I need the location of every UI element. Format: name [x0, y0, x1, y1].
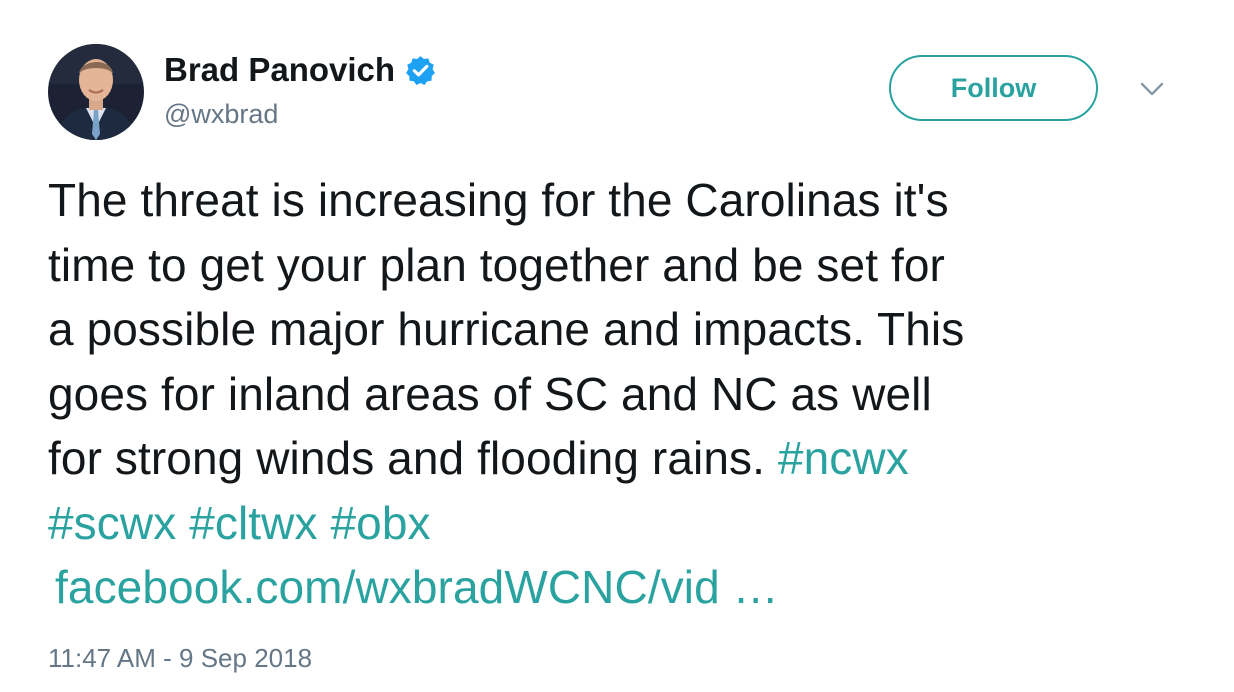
link-line: facebook.com/wxbradWCNC/vid … [55, 555, 1208, 620]
tweet-text-line: for strong winds and flooding rains. [48, 432, 766, 484]
profile-photo-icon [48, 44, 144, 140]
tweet-text-line: goes for inland areas of SC and NC as we… [48, 367, 932, 420]
hashtag-obx[interactable]: #obx [331, 497, 431, 549]
tweet-card: Brad Panovich @wxbrad Follow The threat … [0, 0, 1234, 692]
hashtag-line: #scwx #cltwx #obx [48, 491, 1208, 556]
tweet-text-line: The threat is increasing for the Carolin… [48, 174, 949, 226]
tweet-text-line-with-hashtag: for strong winds and flooding rains. #nc… [48, 426, 1208, 491]
follow-button[interactable]: Follow [889, 55, 1098, 121]
hashtag-scwx[interactable]: #scwx [48, 497, 176, 549]
avatar[interactable] [48, 44, 144, 140]
tweet-text: The threat is increasing for the Carolin… [48, 168, 1208, 620]
user-handle[interactable]: @wxbrad [164, 99, 278, 130]
external-link[interactable]: facebook.com/wxbradWCNC/vid … [55, 561, 779, 613]
hashtag-cltwx[interactable]: #cltwx [189, 497, 317, 549]
verified-badge-icon [404, 54, 437, 87]
chevron-down-icon[interactable] [1139, 80, 1165, 98]
hashtag-ncwx[interactable]: #ncwx [778, 432, 909, 484]
tweet-timestamp[interactable]: 11:47 AM - 9 Sep 2018 [48, 643, 312, 674]
display-name[interactable]: Brad Panovich [164, 51, 395, 89]
tweet-text-line: a possible major hurricane and impacts. … [48, 303, 965, 355]
tweet-text-line: time to get your plan together and be se… [48, 238, 945, 291]
display-name-row: Brad Panovich [164, 50, 437, 90]
